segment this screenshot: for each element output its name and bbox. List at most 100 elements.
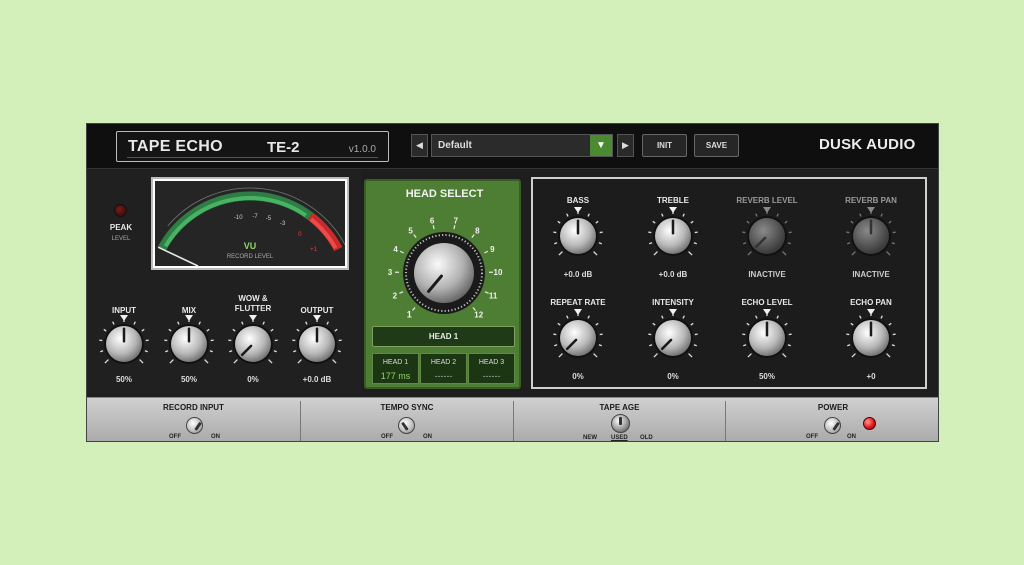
save-button[interactable]: SAVE [694, 134, 739, 157]
knob-tick [693, 344, 697, 347]
knob-echo-level[interactable] [738, 309, 796, 367]
knob-tick [566, 315, 569, 319]
knob-tick [649, 242, 653, 245]
record-input-toggle[interactable] [186, 417, 203, 434]
tape-age-used-label: USED [611, 435, 628, 441]
knob-tick [296, 328, 300, 332]
head-tick [399, 250, 404, 254]
power-led [863, 417, 876, 430]
knob-tick [784, 322, 788, 326]
power-section: POWER OFF ON [726, 398, 938, 441]
selected-head-display: HEAD 1 [372, 326, 515, 347]
knob-value: 0% [572, 372, 584, 381]
knob-tick [262, 321, 265, 325]
preset-selector[interactable]: Default ▼ [431, 134, 613, 157]
knob-tick [332, 359, 337, 364]
knob-bass[interactable] [549, 207, 607, 265]
knob-tick [688, 353, 693, 358]
preset-name: Default [438, 140, 472, 151]
knob-cap [560, 320, 596, 356]
knob-tick [690, 220, 694, 224]
knob-wow-flutter[interactable] [224, 315, 282, 373]
knob-tick [133, 321, 136, 325]
head-1-value: 177 ms [380, 371, 411, 381]
tape-age-knob[interactable] [611, 414, 630, 433]
knob-value: INACTIVE [748, 270, 786, 279]
knob-value: +0 [866, 372, 876, 381]
head-position-label: 12 [474, 310, 483, 319]
knob-reverb-pan[interactable] [842, 207, 900, 265]
knob-tick [229, 350, 233, 353]
knob-value: +0.0 dB [302, 375, 332, 384]
knob-tick [169, 359, 174, 364]
tempo-sync-toggle[interactable] [398, 417, 415, 434]
knob-tick [593, 353, 598, 358]
head-position-label: 2 [393, 291, 398, 300]
knob-tick [587, 315, 590, 319]
knob-pointer [619, 417, 622, 425]
knob-intensity[interactable] [644, 309, 702, 367]
head-position-label: 7 [454, 216, 459, 225]
knob-tick [782, 251, 787, 256]
knob-tick [888, 220, 892, 224]
knob-repeat-rate[interactable] [549, 309, 607, 367]
knob-tick [144, 350, 148, 353]
knob-tick [891, 344, 895, 347]
knob-tick [746, 322, 750, 326]
record-input-section: RECORD INPUT OFF ON [87, 398, 300, 441]
knob-tick [554, 344, 558, 347]
knob-echo-pan[interactable] [842, 309, 900, 367]
knob-tick [566, 213, 569, 217]
preset-next-button[interactable]: ▶ [617, 134, 634, 157]
knob-tick [293, 350, 297, 353]
knob-tick [847, 344, 851, 347]
knob-reverb-level[interactable] [738, 207, 796, 265]
head-tick [453, 225, 456, 230]
toggle-lever [401, 421, 409, 431]
preset-prev-button[interactable]: ◀ [411, 134, 428, 157]
chevron-down-icon[interactable]: ▼ [590, 135, 612, 156]
vu-needle [157, 246, 199, 266]
toggle-lever [194, 421, 202, 431]
knob-tick [851, 353, 856, 358]
knob-marker-icon [313, 315, 321, 321]
head-position-label: 8 [475, 227, 480, 236]
knob-tick [755, 315, 758, 319]
head-tick [471, 234, 475, 238]
knob-value: +0.0 dB [658, 270, 688, 279]
record-level-label: RECORD LEVEL [226, 254, 274, 260]
knob-mix[interactable] [160, 315, 218, 373]
vu-scale-label: -5 [266, 216, 272, 222]
knob-treble[interactable] [644, 207, 702, 265]
knob-tick [693, 242, 697, 245]
knob-output[interactable] [288, 315, 346, 373]
knob-tick [653, 353, 658, 358]
knob-tick [112, 321, 115, 325]
head-select-dial[interactable]: 123456 789101112 [366, 181, 523, 321]
knob-tick [206, 328, 210, 332]
vu-label: VU [243, 241, 257, 251]
knob-tick [880, 213, 883, 217]
tempo-sync-section: TEMPO SYNC OFF ON [301, 398, 513, 441]
knob-value: 50% [115, 375, 132, 384]
knob-tick [880, 315, 883, 319]
knob-tick [204, 359, 209, 364]
knob-tick [337, 350, 341, 353]
model-name: TE-2 [267, 139, 300, 156]
head-position-label: 9 [490, 245, 495, 254]
init-button[interactable]: INIT [642, 134, 687, 157]
knob-marker-icon [120, 315, 128, 321]
knob-value: 0% [667, 372, 679, 381]
knob-tick [232, 328, 236, 332]
knob-tick [690, 322, 694, 326]
knob-input[interactable] [95, 315, 153, 373]
tempo-sync-on-label: ON [423, 434, 432, 440]
toggle-lever [832, 421, 840, 431]
knob-tick [661, 213, 664, 217]
power-toggle[interactable] [824, 417, 841, 434]
chevron-left-icon: ◀ [416, 140, 423, 150]
head-knob-cap [414, 243, 474, 303]
knob-label: WOW & FLUTTER [234, 294, 272, 313]
knob-tick [782, 353, 787, 358]
knob-tick [273, 350, 277, 353]
